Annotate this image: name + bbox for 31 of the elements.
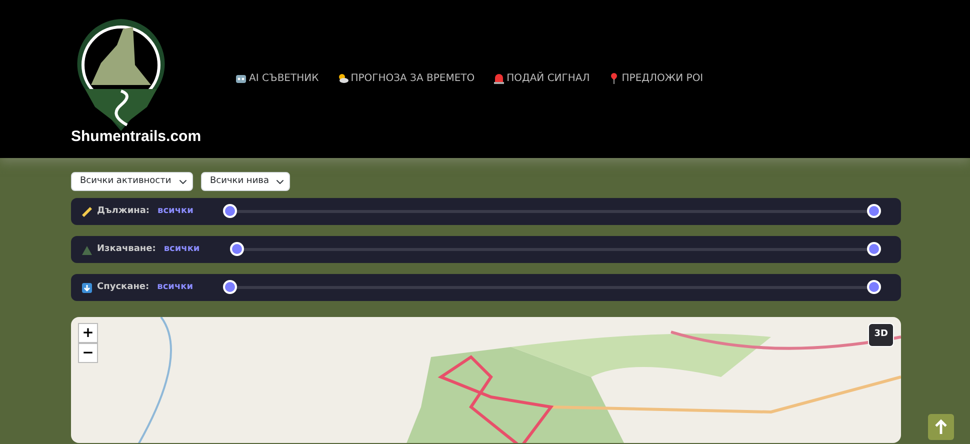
nav-link[interactable]: ПРЕДЛОЖИ POI bbox=[608, 70, 704, 86]
robot-icon bbox=[235, 72, 248, 84]
slider-thumb[interactable] bbox=[223, 280, 238, 294]
3d-toggle-button[interactable]: 3D bbox=[868, 323, 894, 346]
sun-cloud-icon bbox=[336, 72, 349, 84]
ruler-icon bbox=[81, 206, 93, 218]
nav-link[interactable]: ПОДАЙ СИГНАЛ bbox=[492, 70, 590, 86]
scroll-to-top-button[interactable] bbox=[928, 414, 954, 440]
slider-thumb[interactable] bbox=[867, 242, 881, 256]
siren-icon bbox=[492, 72, 505, 84]
mountain-icon bbox=[81, 244, 93, 256]
nav-link[interactable]: ПРОГНОЗА ЗА ВРЕМЕТО bbox=[336, 70, 475, 86]
slider-thumb[interactable] bbox=[867, 280, 881, 294]
slider-value: всички bbox=[157, 280, 194, 294]
slider-value: всички bbox=[164, 242, 200, 256]
slider-value: всички bbox=[158, 204, 194, 218]
logo-text: Shumentrails.com bbox=[71, 128, 202, 144]
slider-thumb[interactable] bbox=[867, 204, 881, 218]
map-panel[interactable]: + − 3D bbox=[71, 317, 901, 443]
filter-dropdown[interactable]: Всички активности bbox=[71, 172, 193, 191]
slider-thumb[interactable] bbox=[223, 204, 238, 218]
zoom-out-button[interactable]: − bbox=[78, 343, 98, 363]
slider-label: Спускане: bbox=[97, 280, 150, 294]
filter-dropdown[interactable]: Всички нива bbox=[201, 172, 290, 191]
slider-label: Дължина: bbox=[97, 204, 150, 218]
slider-thumb[interactable] bbox=[230, 242, 244, 256]
nav-link[interactable]: AI СЪВЕТНИК bbox=[235, 70, 319, 86]
arrow-up-icon bbox=[934, 419, 948, 435]
zoom-in-button[interactable]: + bbox=[78, 323, 98, 343]
slider-label: Изкачване: bbox=[97, 242, 156, 256]
down-arrow-icon bbox=[81, 282, 93, 294]
